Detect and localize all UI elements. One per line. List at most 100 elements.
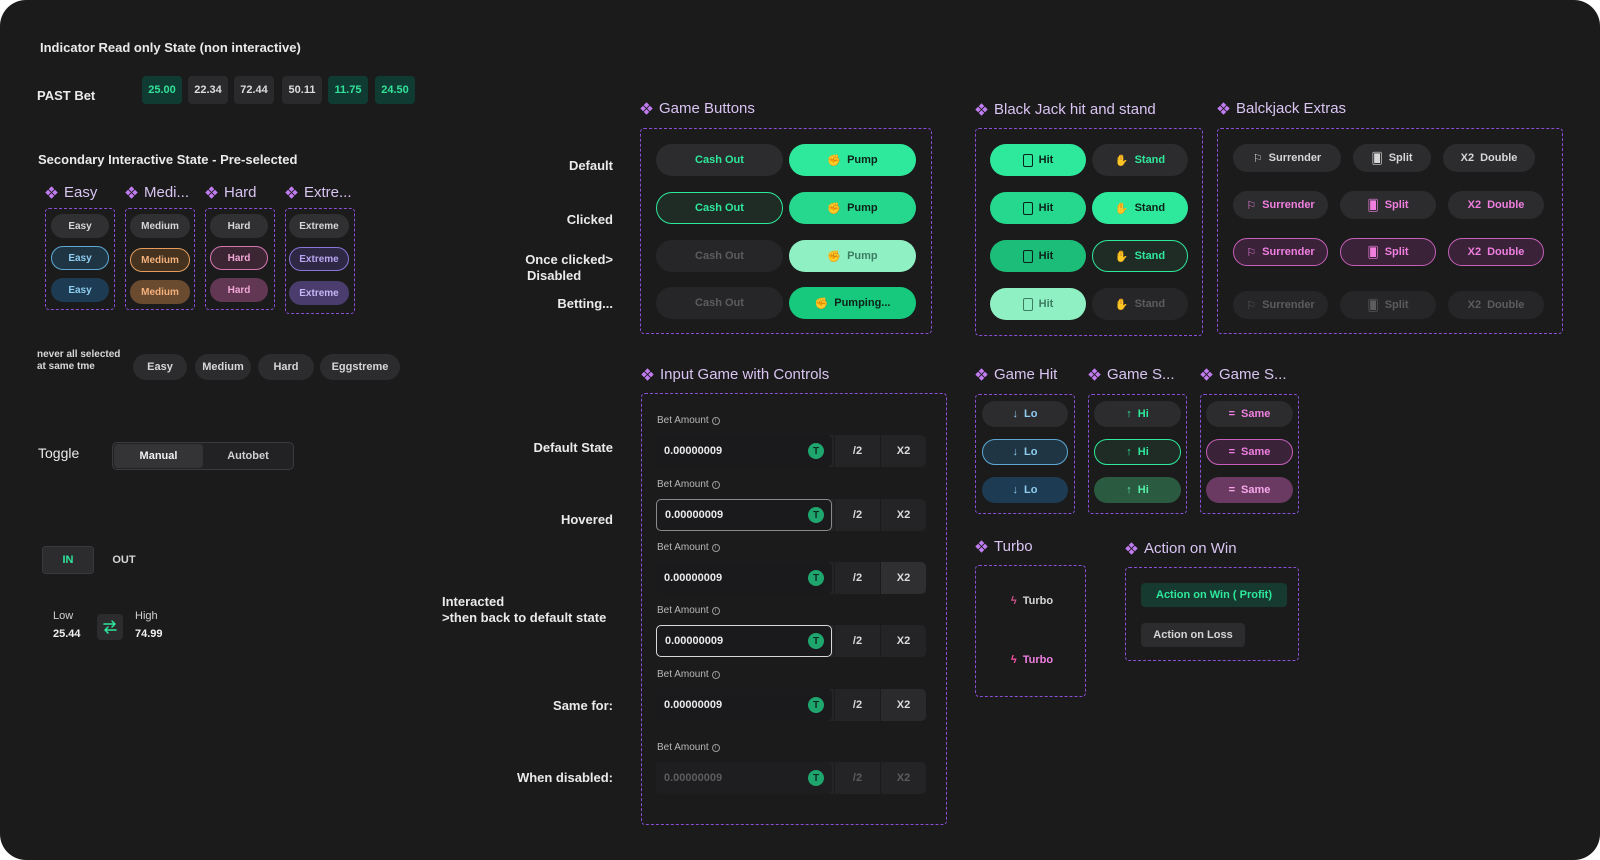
- stand-button[interactable]: ✋ Stand: [1092, 144, 1188, 176]
- in-toggle[interactable]: IN: [42, 546, 94, 574]
- hard-option-hover[interactable]: Hard: [210, 246, 268, 270]
- extreme-option-hover[interactable]: Extreme: [289, 247, 349, 271]
- easy-option-hover[interactable]: Easy: [51, 246, 109, 270]
- medium-option-hover[interactable]: Medium: [130, 248, 190, 272]
- stand-button-disabled[interactable]: ✋ Stand: [1092, 288, 1188, 320]
- diamond-icon: [975, 368, 988, 381]
- bet-amount-input[interactable]: 0.00000009: [656, 625, 832, 657]
- row-label-default-state: Default State: [533, 440, 613, 455]
- hi-button-hover[interactable]: ↑ Hi: [1094, 439, 1181, 465]
- same-button-selected[interactable]: = Same: [1206, 477, 1293, 503]
- double-button[interactable]: X2: [880, 562, 926, 594]
- double-button-selected[interactable]: X2 Double: [1448, 238, 1544, 266]
- blackjack-title: Black Jack hit and stand: [975, 101, 1156, 118]
- action-on-loss[interactable]: Action on Loss: [1141, 623, 1245, 647]
- action-on-win-profit[interactable]: Action on Win ( Profit): [1141, 583, 1287, 607]
- cash-out-button[interactable]: Cash Out: [656, 144, 783, 176]
- half-button[interactable]: /2: [834, 625, 880, 657]
- hand-icon: ✋: [1114, 202, 1129, 215]
- tether-icon: T: [808, 443, 824, 459]
- bet-amount-input[interactable]: 0.00000009: [656, 499, 832, 531]
- surrender-button-disabled[interactable]: ⚐ Surrender: [1233, 291, 1328, 319]
- double-button[interactable]: X2: [880, 689, 926, 721]
- cards-icon: 🂠: [1367, 199, 1379, 212]
- extreme-option[interactable]: Extreme: [289, 214, 349, 238]
- never-option-hard[interactable]: Hard: [258, 354, 314, 380]
- hit-button[interactable]: Hit: [990, 144, 1086, 176]
- pumping-button[interactable]: ✊ Pumping...: [789, 287, 916, 319]
- never-option-medium[interactable]: Medium: [195, 354, 251, 380]
- stand-button-pressed[interactable]: ✋ Stand: [1092, 240, 1188, 272]
- swap-icon[interactable]: [97, 614, 123, 640]
- lo-button[interactable]: ↓ Lo: [982, 401, 1068, 427]
- bet-amount-input[interactable]: 0.00000009: [656, 762, 832, 794]
- pump-button-clicked[interactable]: ✊ Pump: [789, 192, 916, 224]
- toggle-autobet[interactable]: Autobet: [204, 444, 292, 468]
- same-button[interactable]: = Same: [1206, 401, 1293, 427]
- hi-button-selected[interactable]: ↑ Hi: [1094, 477, 1181, 503]
- pump-button-disabled[interactable]: ✊ Pump: [789, 240, 916, 272]
- double-button-hover[interactable]: X2 Double: [1448, 191, 1544, 219]
- extreme-option-selected[interactable]: Extreme: [289, 281, 349, 305]
- hand-icon: ✋: [1114, 154, 1129, 167]
- toggle-manual[interactable]: Manual: [114, 444, 203, 468]
- fist-icon: ✊: [814, 297, 829, 310]
- bet-amount-input[interactable]: 0.00000009: [656, 562, 832, 594]
- split-button[interactable]: 🂠 Split: [1353, 144, 1431, 172]
- pump-button[interactable]: ✊ Pump: [789, 144, 916, 176]
- hard-option-selected[interactable]: Hard: [210, 278, 268, 302]
- half-button[interactable]: /2: [834, 689, 880, 721]
- half-button[interactable]: /2: [834, 762, 880, 794]
- surrender-button-selected[interactable]: ⚐ Surrender: [1233, 238, 1328, 266]
- split-button-disabled[interactable]: 🂠 Split: [1340, 291, 1436, 319]
- past-bet-chip: 72.44: [234, 76, 274, 104]
- surrender-button[interactable]: ⚐ Surrender: [1233, 144, 1341, 172]
- hand-icon: ✋: [1114, 250, 1129, 263]
- double-button[interactable]: X2: [880, 499, 926, 531]
- never-option-eggstreme[interactable]: Eggstreme: [320, 354, 400, 380]
- split-button-hover[interactable]: 🂠 Split: [1340, 191, 1436, 219]
- medium-option-selected[interactable]: Medium: [130, 280, 190, 304]
- bet-input-disabled: 0.00000009 T /2 X2: [656, 762, 926, 794]
- hard-option[interactable]: Hard: [210, 214, 268, 238]
- double-button[interactable]: X2: [880, 435, 926, 467]
- turbo-toggle-off[interactable]: ϟ Turbo: [992, 589, 1072, 613]
- row-label-hovered: Hovered: [560, 512, 613, 527]
- arrow-down-icon: ↓: [1012, 484, 1019, 496]
- easy-option-selected[interactable]: Easy: [51, 278, 109, 302]
- fist-icon: ✊: [827, 154, 842, 167]
- same-button-hover[interactable]: = Same: [1206, 439, 1293, 465]
- bet-amount-input[interactable]: 0.00000009: [656, 689, 832, 721]
- diamond-icon: [641, 368, 654, 381]
- half-button[interactable]: /2: [834, 562, 880, 594]
- diamond-icon: [1125, 542, 1138, 555]
- bet-input-hovered: 0.00000009 T /2 X2: [656, 499, 926, 531]
- hit-button-pressed[interactable]: Hit: [990, 240, 1086, 272]
- double-button[interactable]: X2 Double: [1443, 144, 1535, 172]
- stand-button-clicked[interactable]: ✋ Stand: [1092, 192, 1188, 224]
- easy-option[interactable]: Easy: [51, 214, 109, 238]
- info-icon: i: [711, 743, 720, 752]
- bet-amount-input[interactable]: 0.00000009: [656, 435, 832, 467]
- cash-out-button-betting[interactable]: Cash Out: [656, 287, 783, 319]
- medium-option[interactable]: Medium: [130, 214, 190, 238]
- never-selected-note-1: never all selected: [37, 349, 121, 360]
- half-button[interactable]: /2: [834, 435, 880, 467]
- hit-button-clicked[interactable]: Hit: [990, 192, 1086, 224]
- cash-out-button-disabled[interactable]: Cash Out: [656, 240, 783, 272]
- cash-out-button-clicked[interactable]: Cash Out: [656, 192, 783, 224]
- never-option-easy[interactable]: Easy: [133, 354, 187, 380]
- lo-button-selected[interactable]: ↓ Lo: [982, 477, 1068, 503]
- half-button[interactable]: /2: [834, 499, 880, 531]
- double-button-disabled[interactable]: X2 Double: [1448, 291, 1544, 319]
- surrender-button-hover[interactable]: ⚐ Surrender: [1233, 191, 1328, 219]
- hi-button[interactable]: ↑ Hi: [1094, 401, 1181, 427]
- lo-button-hover[interactable]: ↓ Lo: [982, 439, 1068, 465]
- double-button[interactable]: X2: [880, 762, 926, 794]
- out-toggle[interactable]: OUT: [100, 546, 148, 574]
- hit-button-disabled[interactable]: Hit: [990, 288, 1086, 320]
- arrow-down-icon: ↓: [1012, 408, 1019, 420]
- double-button[interactable]: X2: [880, 625, 926, 657]
- turbo-toggle-on[interactable]: ϟ Turbo: [992, 648, 1072, 672]
- split-button-selected[interactable]: 🂠 Split: [1340, 238, 1436, 266]
